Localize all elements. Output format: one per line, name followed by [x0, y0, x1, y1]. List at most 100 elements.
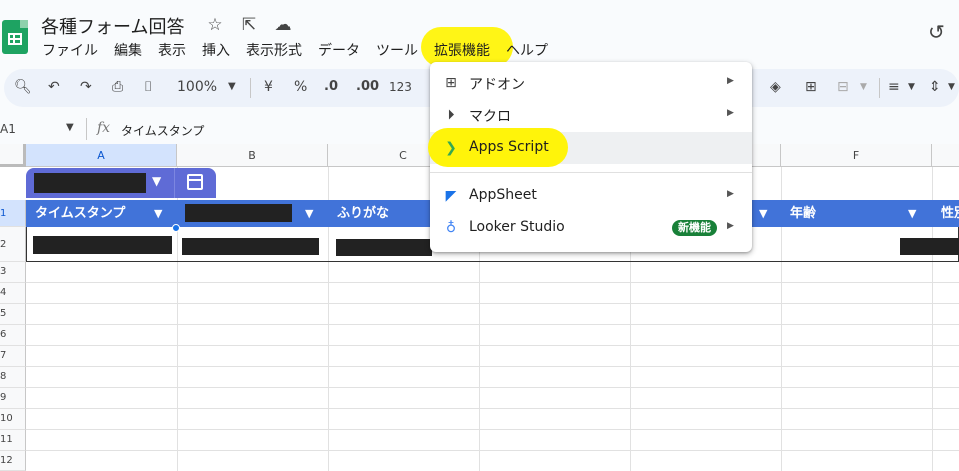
grid-line	[26, 324, 959, 325]
name-box-chevron-down-icon[interactable]: ▼	[66, 122, 74, 133]
row-header-9[interactable]: 9	[0, 388, 26, 409]
row-header-11[interactable]: 11	[0, 430, 26, 451]
menu-view[interactable]: 表示	[158, 40, 186, 60]
name-box[interactable]: A1	[0, 122, 16, 136]
header-cell-redacted[interactable]	[185, 204, 292, 222]
print-icon[interactable]: ⎙	[112, 79, 123, 95]
cloud-status-icon[interactable]: ☁	[272, 15, 294, 35]
vertical-align-icon[interactable]: ⇕	[929, 79, 941, 95]
select-all-corner[interactable]	[0, 144, 26, 167]
toolbar-divider	[879, 78, 880, 98]
menu-tools[interactable]: ツール	[376, 40, 418, 60]
menu-item-addons[interactable]: ⊞ アドオン ▶	[430, 67, 752, 99]
sheets-logo-icon[interactable]	[2, 20, 28, 54]
menu-item-looker-studio[interactable]: ♁ Looker Studio 新機能 ▶	[430, 212, 752, 244]
percent-format-button[interactable]: %	[294, 79, 307, 95]
column-header-g[interactable]	[932, 144, 959, 167]
redo-icon[interactable]: ↷	[80, 79, 92, 95]
menu-extensions[interactable]: 拡張機能	[434, 40, 490, 60]
currency-format-button[interactable]: ¥	[264, 79, 273, 95]
row-header-2[interactable]: 2	[0, 227, 26, 262]
search-icon[interactable]: 🔍︎	[14, 79, 32, 95]
menu-item-label: アドオン	[469, 77, 525, 93]
menu-format[interactable]: 表示形式	[246, 40, 302, 60]
row-header-5[interactable]: 5	[0, 304, 26, 325]
header-cell-timestamp[interactable]: タイムスタンプ	[26, 200, 125, 227]
align-chevron-down-icon[interactable]: ▼	[908, 82, 915, 92]
row-header-10[interactable]: 10	[0, 409, 26, 430]
increase-decimal-button[interactable]: .00	[356, 79, 379, 94]
title-actions: ☆ ⇱ ☁	[204, 15, 294, 35]
align-left-icon[interactable]: ≡	[888, 79, 900, 95]
formula-bar-divider	[86, 118, 87, 140]
column-header-f[interactable]: F	[781, 144, 932, 167]
version-history-icon[interactable]: ↺	[928, 20, 945, 44]
grid-line	[26, 282, 959, 283]
menu-insert[interactable]: 挿入	[202, 40, 230, 60]
table-settings-icon[interactable]	[187, 174, 203, 190]
grid-line	[26, 450, 959, 451]
document-title[interactable]: 各種フォーム回答	[41, 13, 184, 39]
grid-line	[26, 303, 959, 304]
column-menu-chevron-icon[interactable]: ▼	[759, 207, 767, 220]
column-menu-chevron-icon[interactable]: ▼	[908, 207, 916, 220]
header-cell-age[interactable]: 年齢	[781, 200, 816, 227]
fx-icon: fx	[97, 120, 111, 136]
column-menu-chevron-icon[interactable]: ▼	[154, 207, 162, 220]
data-cell-redacted[interactable]	[900, 238, 959, 255]
menu-file[interactable]: ファイル	[42, 40, 98, 60]
row-header-6[interactable]: 6	[0, 325, 26, 346]
new-feature-badge: 新機能	[672, 220, 717, 236]
menu-item-macros[interactable]: ⏵ マクロ ▶	[430, 99, 752, 131]
looker-studio-icon: ♁	[445, 220, 457, 236]
valign-chevron-down-icon[interactable]: ▼	[948, 82, 955, 92]
data-cell-redacted[interactable]	[182, 238, 319, 255]
undo-icon[interactable]: ↶	[48, 79, 60, 95]
decrease-decimal-button[interactable]: .0	[324, 79, 338, 94]
data-cell-redacted[interactable]	[33, 236, 172, 254]
zoom-chevron-down-icon[interactable]: ▼	[228, 81, 236, 92]
row-header-8[interactable]: 8	[0, 367, 26, 388]
column-header-b[interactable]: B	[177, 144, 328, 167]
header-cell-furigana[interactable]: ふりがな	[328, 200, 389, 227]
column-menu-chevron-icon[interactable]: ▼	[305, 207, 313, 220]
grid-line	[26, 387, 959, 388]
grid-line	[26, 408, 959, 409]
zoom-select[interactable]: 100%	[177, 79, 217, 95]
menu-data[interactable]: データ	[318, 40, 360, 60]
menu-item-label: Apps Script	[469, 139, 549, 155]
grid-line	[26, 345, 959, 346]
number-format-button[interactable]: 123	[389, 80, 412, 94]
borders-icon[interactable]: ⊞	[805, 79, 817, 95]
chevron-down-icon[interactable]: ▼	[152, 174, 161, 188]
menu-item-label: AppSheet	[469, 187, 537, 203]
apps-script-icon: ❯	[445, 140, 457, 156]
submenu-arrow-icon: ▶	[727, 189, 734, 199]
submenu-arrow-icon: ▶	[727, 221, 734, 231]
merge-chevron-down-icon[interactable]: ▼	[860, 82, 867, 92]
menu-help[interactable]: ヘルプ	[506, 40, 548, 60]
row-header-3[interactable]: 3	[0, 262, 26, 283]
menu-item-apps-script-content[interactable]: ❯ Apps Script	[430, 132, 752, 164]
paint-format-icon[interactable]: ⌷	[144, 79, 152, 95]
formula-input[interactable]: タイムスタンプ	[121, 122, 204, 139]
row-header-7[interactable]: 7	[0, 346, 26, 367]
header-cell-gender[interactable]: 性別	[932, 200, 959, 227]
grid-line	[26, 366, 959, 367]
menu-item-label: マクロ	[469, 109, 511, 125]
row-header-4[interactable]: 4	[0, 283, 26, 304]
row-header-1[interactable]: 1	[0, 200, 26, 227]
move-folder-icon[interactable]: ⇱	[238, 15, 260, 35]
fill-color-icon[interactable]: ◈	[770, 79, 781, 95]
merge-cells-icon[interactable]: ⊟	[837, 79, 849, 95]
star-icon[interactable]: ☆	[204, 15, 226, 35]
submenu-arrow-icon: ▶	[727, 76, 734, 86]
row-header-12[interactable]: 12	[0, 451, 26, 471]
menu-edit[interactable]: 編集	[114, 40, 142, 60]
menu-bar: ファイル 編集 表示 挿入 表示形式 データ ツール 拡張機能 ヘルプ	[42, 40, 564, 60]
sheets-window: 各種フォーム回答 ☆ ⇱ ☁ ↺ ファイル 編集 表示 挿入 表示形式 データ …	[0, 0, 959, 471]
table-name-chip[interactable]: ▼	[26, 168, 216, 198]
menu-item-appsheet[interactable]: ◤ AppSheet ▶	[430, 180, 752, 212]
data-cell-redacted[interactable]	[336, 239, 432, 256]
column-header-a[interactable]: A	[26, 144, 177, 167]
